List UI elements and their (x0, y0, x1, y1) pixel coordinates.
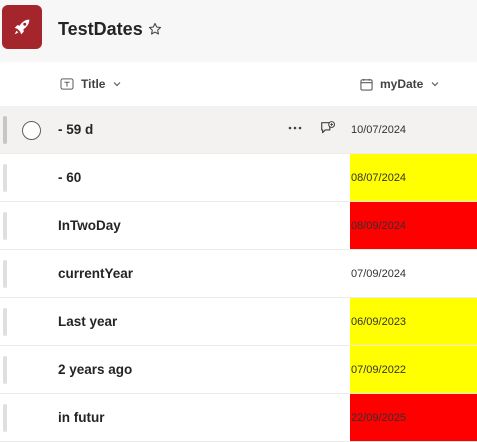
row-selection-bar (3, 212, 7, 240)
row-title[interactable]: 2 years ago (58, 362, 132, 377)
list-row[interactable]: - 60 08/07/2024 (0, 154, 477, 202)
list-row[interactable]: currentYear 07/09/2024 (0, 250, 477, 298)
rocket-icon (14, 19, 30, 35)
list-row[interactable]: - 59 d 10/07/2024 (0, 106, 477, 154)
row-title[interactable]: - 60 (58, 170, 81, 185)
row-date: 22/09/2025 (350, 394, 477, 441)
page-header: TestDates (0, 0, 477, 62)
row-selection-bar (3, 260, 7, 288)
column-date-label: myDate (380, 77, 424, 91)
add-comment-icon[interactable] (318, 119, 338, 139)
row-date: 07/09/2022 (350, 346, 477, 393)
row-title[interactable]: in futur (58, 410, 105, 425)
list-row[interactable]: Last year 06/09/2023 (0, 298, 477, 346)
row-selection-bar (3, 404, 7, 432)
column-header-row: Title myDate (0, 62, 477, 106)
row-date: 07/09/2024 (351, 267, 407, 280)
favorite-star-icon[interactable] (146, 20, 164, 38)
list-row[interactable]: in futur 22/09/2025 (0, 394, 477, 442)
calendar-icon (360, 78, 373, 91)
row-title[interactable]: currentYear (58, 266, 133, 281)
chevron-down-icon (431, 82, 439, 87)
page-title: TestDates (58, 19, 143, 39)
row-title[interactable]: - 59 d (58, 122, 93, 137)
column-header-title[interactable]: Title (60, 75, 122, 93)
row-date: 10/07/2024 (351, 123, 407, 136)
text-field-icon (60, 78, 74, 90)
app-icon[interactable] (2, 5, 42, 49)
row-title[interactable]: Last year (58, 314, 117, 329)
list-row[interactable]: InTwoDay 08/09/2024 (0, 202, 477, 250)
row-title[interactable]: InTwoDay (58, 218, 121, 233)
row-select-checkbox[interactable] (22, 121, 41, 140)
list-row[interactable]: 2 years ago 07/09/2022 (0, 346, 477, 394)
more-options-icon[interactable] (286, 119, 304, 137)
column-title-label: Title (81, 77, 106, 91)
chevron-down-icon (114, 82, 121, 87)
list-rows: - 59 d 10/07/2024 - 60 08/07/2024 InTwoD… (0, 106, 477, 442)
row-selection-bar (3, 164, 7, 192)
row-selection-bar (3, 116, 7, 144)
row-selection-bar (3, 308, 7, 336)
row-selection-bar (3, 356, 7, 384)
row-date: 06/09/2023 (350, 298, 477, 345)
row-date: 08/09/2024 (350, 202, 477, 249)
row-date: 08/07/2024 (350, 154, 477, 201)
column-header-mydate[interactable]: myDate (360, 75, 440, 93)
